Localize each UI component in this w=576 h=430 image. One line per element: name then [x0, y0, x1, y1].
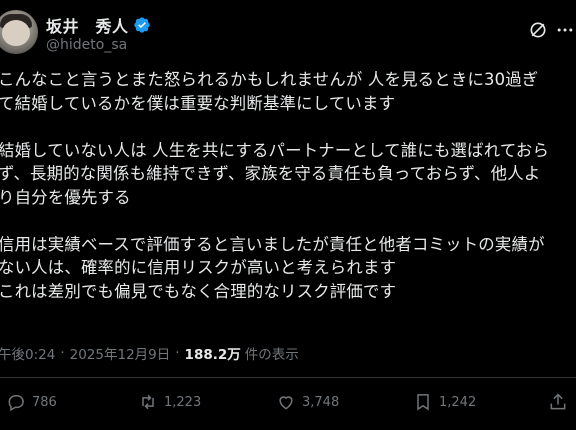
views-label: 件の表示: [244, 347, 299, 363]
bookmark-count: 1,242: [439, 394, 477, 410]
avatar[interactable]: [0, 10, 38, 54]
more-icon[interactable]: [555, 20, 575, 40]
repost-button[interactable]: 1,223: [138, 392, 201, 412]
post-header: 坂井 秀人 @hideto_sa: [0, 8, 576, 58]
post-line: こんなこと言うとまた怒られるかもしれませんが 人を見るときに30過ぎ: [0, 70, 539, 89]
bookmark-button[interactable]: 1,242: [413, 392, 476, 412]
post-line: これは差別でも偏見でもなく合理的なリスク評価です: [0, 281, 397, 301]
grok-icon[interactable]: [528, 20, 548, 40]
display-name[interactable]: 坂井 秀人: [46, 13, 129, 37]
post-line: 結婚していない人は 人生を共にするパートナーとして誰にも選ばれておら: [0, 140, 550, 160]
post-line: ない人は、確率的に信用リスクが高いと考えられます: [0, 258, 397, 277]
repost-icon: [142, 394, 154, 410]
post-body: こんなこと言うとまた怒られるかもしれませんが 人を見るときに30過ぎ て結婚して…: [0, 68, 576, 303]
post-time[interactable]: 午後0:24: [0, 343, 55, 363]
share-icon: [550, 393, 566, 410]
views-count[interactable]: 188.2万: [185, 343, 241, 363]
reply-count: 786: [32, 394, 57, 410]
post-line: て結婚しているかを僕は重要な判断基準にしています: [0, 93, 396, 113]
name-row: 坂井 秀人: [46, 13, 151, 37]
post-line: 信用は実績ベースで評価すると言いましたが責任と他者コミットの実績が: [0, 234, 545, 254]
meta-separator: ·: [60, 345, 65, 361]
divider: [0, 377, 576, 378]
repost-count: 1,223: [164, 394, 202, 410]
verified-badge-icon: [133, 17, 150, 33]
like-icon: [279, 396, 293, 410]
action-bar: 786 1,223 3,748 1,242: [0, 392, 576, 420]
avatar-face: [2, 20, 30, 46]
handle[interactable]: @hideto_sa: [46, 37, 127, 53]
post-date[interactable]: 2025年12月9日: [70, 343, 171, 363]
like-button[interactable]: 3,748: [276, 392, 339, 412]
like-count: 3,748: [302, 394, 340, 410]
post-line: り自分を優先する: [0, 187, 131, 207]
reply-icon: [8, 395, 24, 412]
reply-button[interactable]: 786: [6, 392, 57, 412]
share-button[interactable]: [548, 392, 574, 412]
bookmark-icon: [417, 394, 429, 411]
post-line: ず、長期的な関係も維持できず、家族を守る責任も負っておらず、他人よ: [0, 164, 541, 183]
post-meta: 午後0:24 · 2025年12月9日 · 188.2万 件の表示: [0, 343, 299, 363]
meta-separator: ·: [175, 345, 180, 361]
